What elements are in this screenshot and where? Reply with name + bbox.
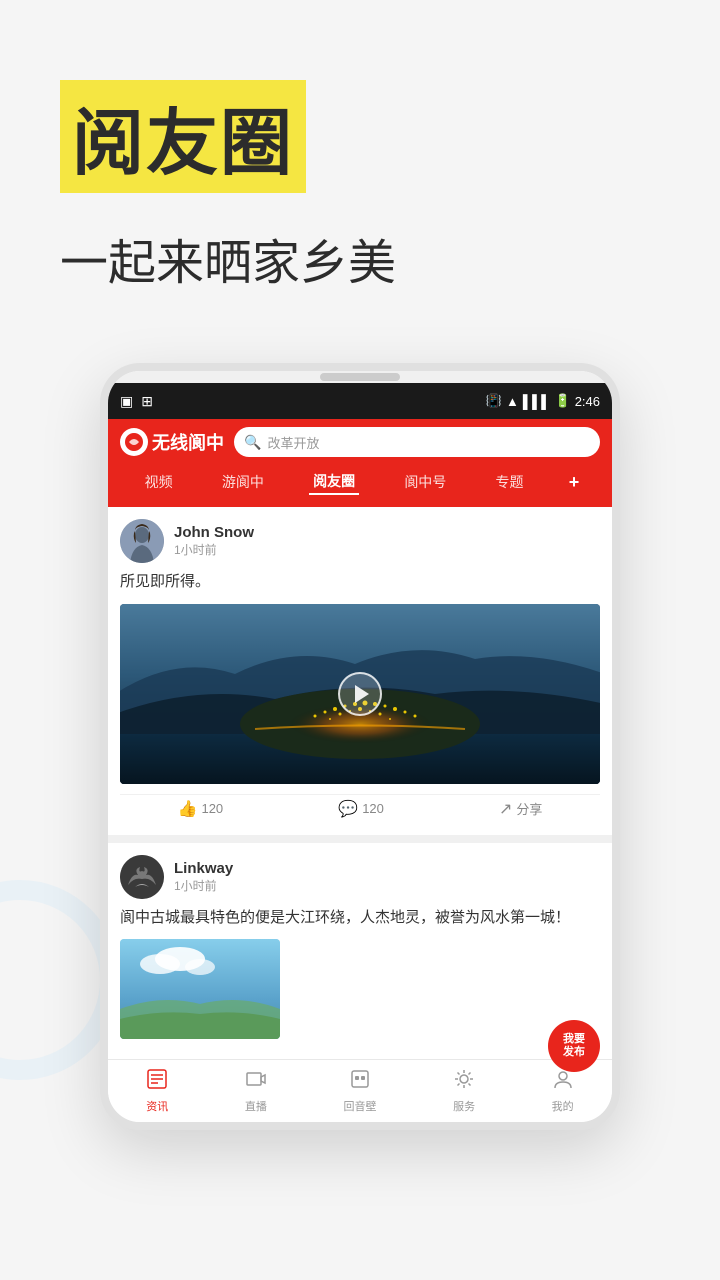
post-meta-linkway: Linkway 1小时前 bbox=[174, 860, 233, 894]
bottom-nav-echo-label: 回音壁 bbox=[343, 1098, 376, 1114]
bottom-nav-profile-label: 我的 bbox=[552, 1098, 574, 1114]
post-header-john-snow: John Snow 1小时前 bbox=[120, 519, 600, 563]
bottom-nav-echo[interactable]: 回音壁 bbox=[343, 1068, 376, 1114]
search-placeholder-text: 改革开放 bbox=[267, 433, 319, 452]
avatar-linkway bbox=[120, 855, 164, 899]
wifi-icon: ▲ bbox=[506, 394, 519, 409]
header-top: 无线阆中 🔍 改革开放 bbox=[120, 427, 600, 457]
tab-video[interactable]: 视频 bbox=[141, 470, 177, 494]
play-button[interactable] bbox=[338, 672, 382, 716]
status-icon-wifi-alt: ⊞ bbox=[141, 393, 153, 410]
echo-icon bbox=[349, 1068, 371, 1096]
tab-special[interactable]: 专题 bbox=[492, 470, 528, 494]
live-icon bbox=[245, 1068, 267, 1096]
logo-text: 无线阆中 bbox=[152, 429, 224, 455]
bottom-nav-profile[interactable]: 我的 bbox=[552, 1068, 574, 1114]
like-action[interactable]: 👍 120 bbox=[178, 799, 224, 819]
hero-section: 阅友圈 一起来晒家乡美 bbox=[0, 0, 720, 333]
phone-notch bbox=[320, 373, 400, 381]
post-username-john-snow: John Snow bbox=[174, 524, 254, 541]
share-icon: ↗ bbox=[499, 799, 512, 819]
profile-icon bbox=[552, 1068, 574, 1096]
play-triangle-icon bbox=[355, 685, 369, 703]
logo-area: 无线阆中 bbox=[120, 428, 224, 456]
signal-icon: ▌▌▌ bbox=[523, 394, 551, 409]
feed-container: John Snow 1小时前 所见即所得。 bbox=[108, 507, 612, 1051]
vibration-icon: 📳 bbox=[486, 393, 502, 409]
phone-mockup: ▣ ⊞ 📳 ▲ ▌▌▌ 🔋 2:46 bbox=[100, 363, 620, 1130]
bottom-nav-news-label: 资讯 bbox=[146, 1098, 168, 1114]
tab-tour[interactable]: 游阆中 bbox=[218, 470, 268, 494]
bottom-nav-live-label: 直播 bbox=[245, 1098, 267, 1114]
tab-add-button[interactable]: + bbox=[569, 472, 580, 493]
bottom-nav-service-label: 服务 bbox=[453, 1098, 475, 1114]
comment-icon: 💬 bbox=[338, 799, 358, 819]
avatar-john-snow bbox=[120, 519, 164, 563]
nav-tabs: 视频 游阆中 阅友圈 阆中号 专题 + bbox=[120, 465, 600, 499]
tab-account[interactable]: 阆中号 bbox=[400, 470, 450, 494]
post-meta-john-snow: John Snow 1小时前 bbox=[174, 524, 254, 558]
bottom-nav-live[interactable]: 直播 bbox=[245, 1068, 267, 1114]
fab-label-line1: 我要 bbox=[563, 1033, 585, 1046]
post-content-linkway: 阆中古城最具特色的便是大江环绕，人杰地灵，被誉为风水第一城！ bbox=[120, 907, 600, 930]
tab-friends[interactable]: 阅友圈 bbox=[309, 469, 359, 495]
status-icon-sim: ▣ bbox=[120, 393, 133, 410]
fab-publish-button[interactable]: 我要 发布 bbox=[548, 1020, 600, 1072]
post-time-john-snow: 1小时前 bbox=[174, 541, 254, 558]
status-left: ▣ ⊞ bbox=[120, 393, 153, 410]
bottom-nav: 资讯 直播 回音壁 bbox=[108, 1059, 612, 1122]
post-linkway: Linkway 1小时前 阆中古城最具特色的便是大江环绕，人杰地灵，被誉为风水第… bbox=[108, 843, 612, 1052]
action-bar-john-snow: 👍 120 💬 120 ↗ 分享 bbox=[120, 794, 600, 823]
share-action[interactable]: ↗ 分享 bbox=[499, 799, 542, 819]
post-john-snow: John Snow 1小时前 所见即所得。 bbox=[108, 507, 612, 835]
time-display: 2:46 bbox=[575, 394, 600, 409]
bottom-nav-news[interactable]: 资讯 bbox=[146, 1068, 168, 1114]
app-header: 无线阆中 🔍 改革开放 视频 游阆中 阅友圈 阆中号 专题 + bbox=[108, 419, 612, 507]
search-bar[interactable]: 🔍 改革开放 bbox=[234, 427, 600, 457]
share-label: 分享 bbox=[516, 799, 542, 818]
like-icon: 👍 bbox=[178, 799, 198, 819]
post-header-linkway: Linkway 1小时前 bbox=[120, 855, 600, 899]
hero-title: 阅友圈 bbox=[72, 84, 294, 189]
post-username-linkway: Linkway bbox=[174, 860, 233, 877]
like-count: 120 bbox=[201, 801, 223, 816]
hero-subtitle: 一起来晒家乡美 bbox=[60, 223, 660, 293]
fab-label-line2: 发布 bbox=[563, 1046, 585, 1059]
hero-title-wrapper: 阅友圈 bbox=[60, 80, 306, 193]
post-content-john-snow: 所见即所得。 bbox=[120, 571, 600, 594]
post-media-john-snow[interactable] bbox=[120, 604, 600, 784]
comment-count: 120 bbox=[362, 801, 384, 816]
phone-wrapper: ▣ ⊞ 📳 ▲ ▌▌▌ 🔋 2:46 bbox=[0, 363, 720, 1130]
phone-top-bar bbox=[108, 371, 612, 383]
bottom-nav-service[interactable]: 服务 bbox=[453, 1068, 475, 1114]
battery-icon: 🔋 bbox=[555, 393, 571, 409]
search-icon: 🔍 bbox=[244, 434, 261, 451]
comment-action[interactable]: 💬 120 bbox=[338, 799, 384, 819]
post-image-linkway bbox=[120, 939, 280, 1039]
service-icon bbox=[453, 1068, 475, 1096]
status-right: 📳 ▲ ▌▌▌ 🔋 2:46 bbox=[486, 393, 600, 409]
news-icon bbox=[146, 1068, 168, 1096]
status-bar: ▣ ⊞ 📳 ▲ ▌▌▌ 🔋 2:46 bbox=[108, 383, 612, 419]
post-time-linkway: 1小时前 bbox=[174, 877, 233, 894]
logo-icon bbox=[120, 428, 148, 456]
